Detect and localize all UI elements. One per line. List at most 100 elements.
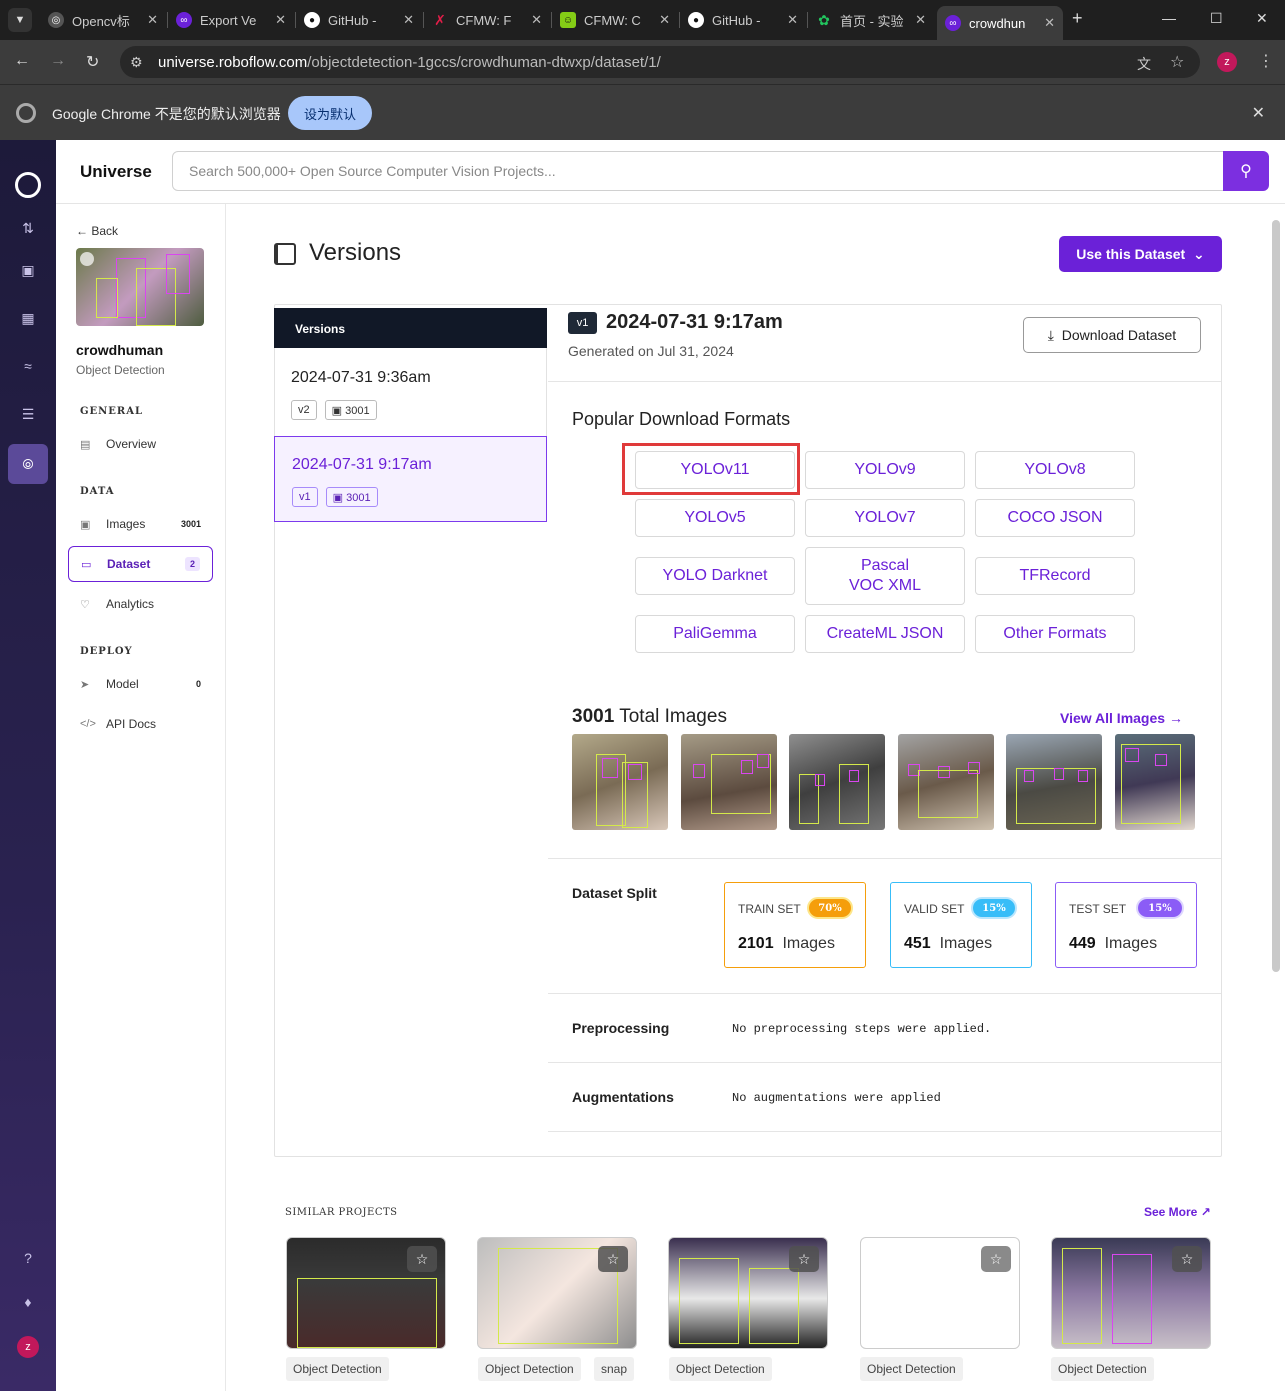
close-icon[interactable]: ✕ bbox=[403, 12, 414, 28]
sidebar-item-images[interactable]: ▣ Images 3001 bbox=[68, 506, 213, 542]
browser-tab[interactable]: ☺ CFMW: C ✕ bbox=[552, 6, 678, 34]
brand-title[interactable]: Universe bbox=[80, 162, 152, 182]
close-icon[interactable]: ✕ bbox=[275, 12, 286, 28]
format-coco-json[interactable]: COCO JSON bbox=[975, 499, 1135, 537]
back-link[interactable]: ← Back bbox=[76, 224, 118, 238]
image-thumbnail[interactable] bbox=[572, 734, 668, 830]
profile-avatar[interactable]: z bbox=[1217, 52, 1237, 72]
browser-tab-bar: ▼ ◎ Opencv标 ✕ ∞ Export Ve ✕ ● GitHub - ✕… bbox=[0, 0, 1285, 40]
close-icon[interactable]: ✕ bbox=[147, 12, 158, 28]
star-icon[interactable]: ☆ bbox=[981, 1246, 1011, 1272]
tab-search-chevron-icon[interactable]: ▼ bbox=[8, 8, 32, 32]
help-icon[interactable]: ? bbox=[18, 1248, 38, 1268]
inbox-icon[interactable]: ▣ bbox=[18, 260, 38, 280]
browser-tab[interactable]: ∞ Export Ve ✕ bbox=[168, 6, 294, 34]
similar-project-card[interactable]: ☆ bbox=[668, 1237, 828, 1349]
similar-project-card[interactable]: ☆ bbox=[1051, 1237, 1211, 1349]
app-header: Universe Search 500,000+ Open Source Com… bbox=[56, 140, 1285, 204]
set-default-button[interactable]: 设为默认 bbox=[288, 96, 372, 130]
image-thumbnail[interactable] bbox=[789, 734, 885, 830]
forward-arrow-icon[interactable]: → bbox=[50, 52, 66, 70]
browser-tab-active[interactable]: ∞ crowdhun ✕ bbox=[937, 6, 1063, 40]
browser-tab[interactable]: ◎ Opencv标 ✕ bbox=[40, 6, 166, 34]
see-more-link[interactable]: See More ↗ bbox=[1144, 1205, 1211, 1219]
sidebar-item-api-docs[interactable]: </> API Docs bbox=[68, 706, 213, 742]
star-icon[interactable]: ☆ bbox=[1172, 1246, 1202, 1272]
window-close-icon[interactable]: ✕ bbox=[1256, 10, 1268, 27]
star-icon[interactable]: ☆ bbox=[598, 1246, 628, 1272]
image-thumbnail[interactable] bbox=[898, 734, 994, 830]
download-label: Download Dataset bbox=[1061, 327, 1177, 343]
close-icon[interactable]: ✕ bbox=[915, 12, 926, 28]
site-settings-icon[interactable]: ⚙ bbox=[130, 54, 143, 71]
tab-label: Export Ve bbox=[200, 12, 257, 28]
format-other[interactable]: Other Formats bbox=[975, 615, 1135, 653]
search-button[interactable]: ⚲ bbox=[1223, 151, 1269, 191]
reload-icon[interactable]: ↻ bbox=[86, 52, 99, 72]
star-icon[interactable]: ☆ bbox=[407, 1246, 437, 1272]
preprocessing-value: No preprocessing steps were applied. bbox=[732, 1022, 992, 1036]
view-all-images-link[interactable]: View All Images → bbox=[1060, 710, 1183, 726]
sidebar-item-analytics[interactable]: ♡ Analytics bbox=[68, 586, 213, 622]
similar-project-card[interactable]: ☆ bbox=[286, 1237, 446, 1349]
project-tag: Object Detection bbox=[1051, 1357, 1154, 1381]
page-scrollbar[interactable] bbox=[1272, 220, 1280, 972]
format-yolov9[interactable]: YOLOv9 bbox=[805, 451, 965, 489]
browser-tab[interactable]: ● GitHub - ✕ bbox=[680, 6, 806, 34]
split-count-unit: Images bbox=[939, 935, 993, 952]
format-createml-json[interactable]: CreateML JSON bbox=[805, 615, 965, 653]
format-yolo-darknet[interactable]: YOLO Darknet bbox=[635, 557, 795, 595]
format-paligemma[interactable]: PaliGemma bbox=[635, 615, 795, 653]
image-thumbnail[interactable] bbox=[681, 734, 777, 830]
arrow-right-icon: → bbox=[1168, 710, 1183, 726]
roboflow-logo-icon[interactable] bbox=[15, 172, 41, 198]
tab-label: CFMW: C bbox=[584, 12, 641, 28]
close-icon[interactable]: ✕ bbox=[531, 12, 542, 28]
similar-project-card[interactable]: ☆ bbox=[477, 1237, 637, 1349]
database-icon[interactable]: ☰ bbox=[18, 404, 38, 424]
sidebar-item-dataset[interactable]: ▭ Dataset 2 bbox=[68, 546, 213, 582]
user-avatar[interactable]: z bbox=[17, 1336, 39, 1358]
browser-tab[interactable]: ✿ 首页 - 实验 ✕ bbox=[808, 6, 934, 34]
project-thumbnail[interactable] bbox=[76, 248, 204, 326]
workflow-icon[interactable]: ▦ bbox=[18, 308, 38, 328]
sidebar-item-model[interactable]: ➤ Model 0 bbox=[68, 666, 213, 702]
more-menu-icon[interactable]: ⋮ bbox=[1258, 51, 1274, 71]
back-arrow-icon[interactable]: ← bbox=[14, 52, 30, 70]
split-count-value: 451 bbox=[904, 935, 931, 952]
sidebar-item-overview[interactable]: ▤ Overview bbox=[68, 426, 213, 462]
valid-set-card: VALID SET 15% 451 Images bbox=[890, 882, 1032, 968]
url-field[interactable]: universe.roboflow.com/objectdetection-1g… bbox=[120, 46, 1200, 78]
format-yolov5[interactable]: YOLOv5 bbox=[635, 499, 795, 537]
similar-project-card[interactable]: ☆ bbox=[860, 1237, 1020, 1349]
image-thumbnail[interactable] bbox=[1006, 734, 1102, 830]
minimize-icon[interactable]: — bbox=[1162, 10, 1176, 26]
bookmark-star-icon[interactable]: ☆ bbox=[1170, 52, 1184, 72]
close-icon[interactable]: ✕ bbox=[659, 12, 670, 28]
download-dataset-button[interactable]: ⤓ Download Dataset bbox=[1023, 317, 1201, 353]
use-dataset-button[interactable]: Use this Dataset ⌄ bbox=[1059, 236, 1222, 272]
infobar-close-icon[interactable]: ✕ bbox=[1252, 103, 1265, 123]
close-icon[interactable]: ✕ bbox=[787, 12, 798, 28]
search-input[interactable]: Search 500,000+ Open Source Computer Vis… bbox=[172, 151, 1224, 191]
new-tab-icon[interactable]: + bbox=[1072, 8, 1083, 29]
version-item[interactable]: 2024-07-31 9:36am v2 ▣ 3001 bbox=[274, 350, 547, 436]
bell-icon[interactable]: ♦ bbox=[18, 1292, 38, 1312]
star-icon[interactable]: ☆ bbox=[789, 1246, 819, 1272]
versions-list-header: Versions bbox=[274, 308, 547, 348]
translate-icon[interactable]: 文 bbox=[1137, 54, 1151, 74]
format-pascal-voc-xml[interactable]: Pascal VOC XML bbox=[805, 547, 965, 605]
image-thumbnail[interactable] bbox=[1115, 734, 1195, 830]
globe-icon bbox=[80, 252, 94, 266]
version-item-selected[interactable]: 2024-07-31 9:17am v1 ▣ 3001 bbox=[274, 436, 547, 522]
chart-icon[interactable]: ≈ bbox=[18, 356, 38, 376]
format-tfrecord[interactable]: TFRecord bbox=[975, 557, 1135, 595]
format-yolov8[interactable]: YOLOv8 bbox=[975, 451, 1135, 489]
project-name: crowdhuman bbox=[76, 342, 164, 358]
swap-icon[interactable]: ⇅ bbox=[18, 218, 38, 238]
format-yolov7[interactable]: YOLOv7 bbox=[805, 499, 965, 537]
maximize-icon[interactable]: ☐ bbox=[1210, 10, 1223, 27]
close-icon[interactable]: ✕ bbox=[1044, 15, 1055, 31]
browser-tab[interactable]: ✗ CFMW: F ✕ bbox=[424, 6, 550, 34]
browser-tab[interactable]: ● GitHub - ✕ bbox=[296, 6, 422, 34]
